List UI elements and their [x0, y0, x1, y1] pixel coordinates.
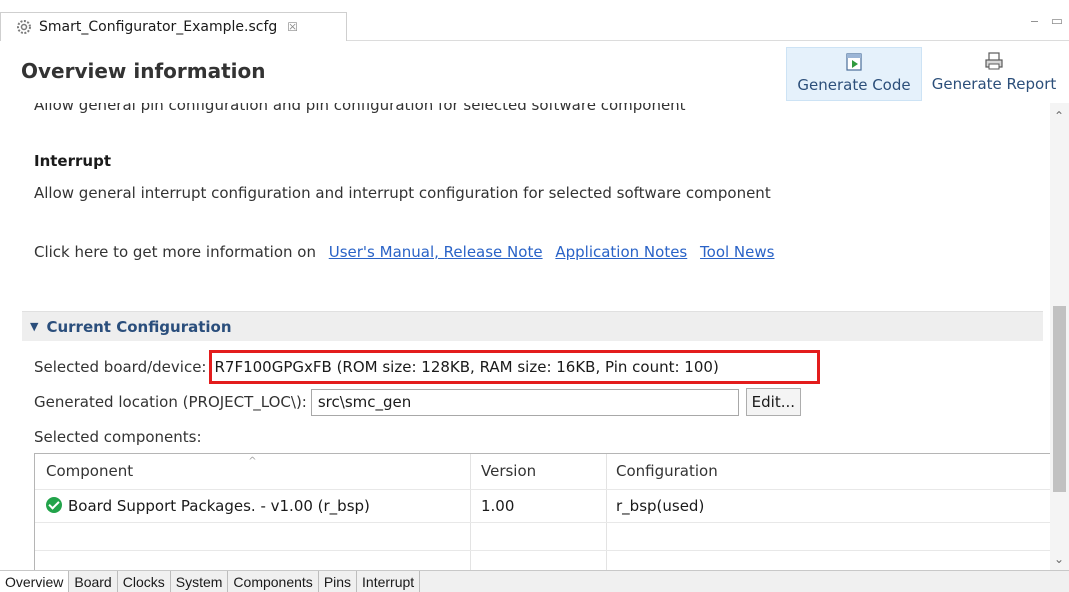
interrupt-heading: Interrupt: [34, 152, 111, 170]
generate-code-button[interactable]: Generate Code: [786, 47, 922, 101]
tab-components[interactable]: Components: [228, 571, 319, 592]
check-circle-icon: [46, 497, 62, 513]
interrupt-description: Allow general interrupt configuration an…: [34, 184, 771, 202]
chevron-down-icon: ▼: [30, 320, 39, 333]
overview-header: Overview information Generate Code Gener…: [0, 41, 1069, 103]
more-info-line: Click here to get more information on Us…: [34, 243, 774, 261]
table-row-configuration[interactable]: r_bsp(used): [616, 497, 704, 515]
generated-location-label: Generated location (PROJECT_LOC\):: [34, 393, 307, 411]
generate-report-icon: [985, 52, 1003, 70]
bottom-page-tabs: Overview Board Clocks System Components …: [0, 570, 1069, 592]
header-configuration[interactable]: Configuration: [616, 462, 718, 480]
scroll-down-icon[interactable]: ⌄: [1054, 552, 1064, 566]
tab-system[interactable]: System: [170, 571, 229, 592]
window-controls: ‒ ▭: [1030, 14, 1063, 29]
gear-icon: [17, 20, 31, 34]
link-users-manual[interactable]: User's Manual, Release Note: [329, 243, 543, 261]
overview-content: Allow general pin configuration and pin …: [0, 103, 1056, 570]
row-divider: [35, 550, 1056, 551]
current-configuration-section-header[interactable]: ▼ Current Configuration: [22, 311, 1043, 341]
scrollbar-thumb[interactable]: [1053, 306, 1066, 492]
pins-description-clipped: Allow general pin configuration and pin …: [34, 103, 686, 114]
table-row-version[interactable]: 1.00: [481, 497, 514, 515]
current-configuration-title: Current Configuration: [46, 317, 232, 336]
vertical-scrollbar[interactable]: ⌃ ⌄: [1050, 103, 1069, 570]
header-version[interactable]: Version: [481, 462, 536, 480]
edit-location-button[interactable]: Edit...: [745, 388, 801, 416]
row-divider: [35, 522, 1056, 523]
more-info-prefix: Click here to get more information on: [34, 243, 316, 261]
board-device-label: Selected board/device:: [34, 358, 207, 376]
tab-clocks[interactable]: Clocks: [117, 571, 171, 592]
board-device-value: R7F100GPGxFB (ROM size: 128KB, RAM size:…: [214, 358, 719, 376]
generate-report-label: Generate Report: [931, 75, 1057, 93]
table-row-component[interactable]: Board Support Packages. - v1.00 (r_bsp): [46, 497, 370, 515]
generated-location-row: Generated location (PROJECT_LOC\): Edit.…: [34, 388, 801, 416]
tab-board[interactable]: Board: [69, 571, 118, 592]
page-title: Overview information: [21, 59, 266, 83]
row-divider: [35, 489, 1056, 490]
generate-report-button[interactable]: Generate Report: [924, 47, 1064, 101]
component-name: Board Support Packages. - v1.00 (r_bsp): [68, 497, 370, 515]
tab-pins[interactable]: Pins: [318, 571, 358, 592]
close-icon[interactable]: ☒: [287, 20, 298, 34]
selected-components-table: ^ Component Version Configuration Board …: [34, 453, 1056, 570]
link-tool-news[interactable]: Tool News: [700, 243, 774, 261]
generate-code-icon: [846, 53, 862, 71]
editor-tab-title: Smart_Configurator_Example.scfg: [39, 19, 278, 35]
board-device-value-highlight: R7F100GPGxFB (ROM size: 128KB, RAM size:…: [208, 350, 820, 384]
scroll-up-icon[interactable]: ⌃: [1054, 109, 1064, 123]
editor-tab-scfg[interactable]: Smart_Configurator_Example.scfg ☒: [0, 12, 347, 41]
link-application-notes[interactable]: Application Notes: [555, 243, 687, 261]
selected-components-label: Selected components:: [34, 428, 202, 446]
tab-overview[interactable]: Overview: [0, 571, 70, 592]
generated-location-input[interactable]: [310, 388, 739, 416]
board-device-row: Selected board/device: R7F100GPGxFB (ROM…: [34, 350, 820, 384]
editor-tab-strip: Smart_Configurator_Example.scfg ☒ ‒ ▭: [0, 0, 1069, 41]
tab-interrupt[interactable]: Interrupt: [357, 571, 421, 592]
minimize-icon[interactable]: ‒: [1030, 14, 1038, 29]
maximize-icon[interactable]: ▭: [1051, 14, 1063, 29]
header-component[interactable]: Component: [46, 462, 133, 480]
generate-code-label: Generate Code: [797, 76, 911, 94]
